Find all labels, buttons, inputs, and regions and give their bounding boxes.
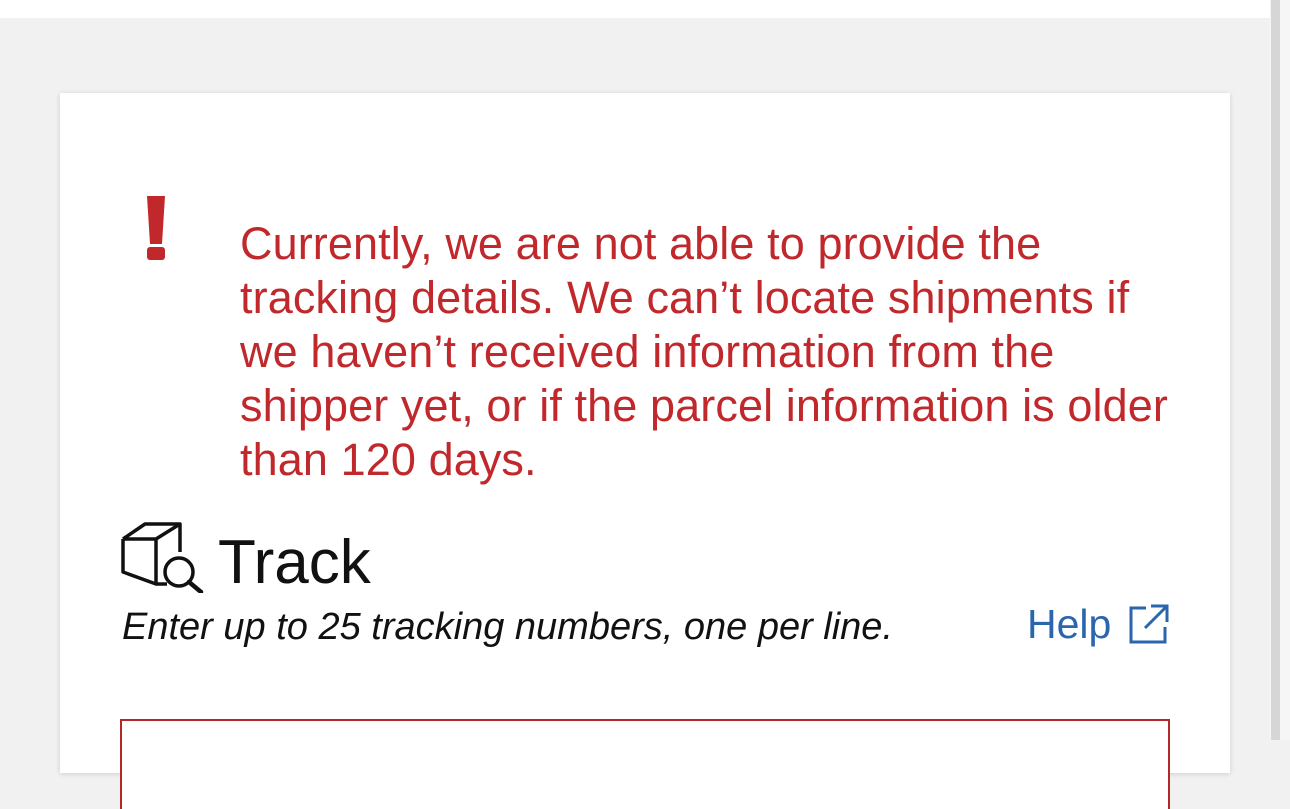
package-search-icon bbox=[121, 522, 204, 593]
top-bar bbox=[0, 0, 1270, 18]
scrollbar[interactable] bbox=[1270, 0, 1290, 740]
tracking-card: Currently, we are not able to provide th… bbox=[60, 93, 1230, 809]
tracking-error-message: Currently, we are not able to provide th… bbox=[240, 218, 1168, 485]
track-heading: Track bbox=[218, 528, 371, 597]
exclamation-icon bbox=[147, 196, 165, 260]
tracking-instructions: Enter up to 25 tracking numbers, one per… bbox=[122, 606, 894, 648]
external-link-icon bbox=[1129, 604, 1169, 644]
help-link[interactable]: Help bbox=[1027, 599, 1171, 649]
help-link-label: Help bbox=[1027, 601, 1112, 647]
scrollbar-thumb[interactable] bbox=[1271, 0, 1280, 740]
tracking-numbers-input[interactable] bbox=[120, 719, 1170, 809]
